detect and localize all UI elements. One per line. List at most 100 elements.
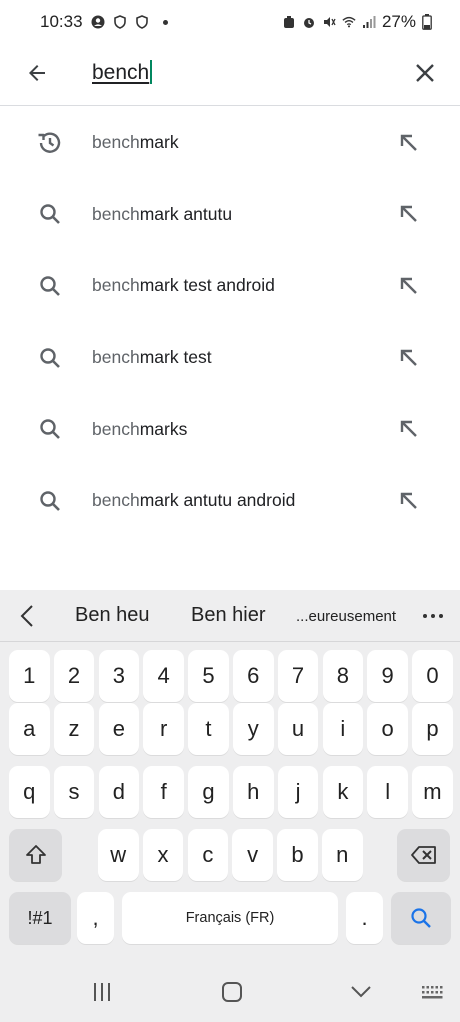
search-icon — [36, 200, 64, 228]
search-icon — [36, 272, 64, 300]
backspace-key[interactable] — [397, 829, 450, 881]
key-u[interactable]: u — [277, 703, 319, 755]
fill-query-button[interactable] — [394, 486, 424, 516]
key-q[interactable]: q — [9, 766, 50, 818]
key-d[interactable]: d — [98, 766, 140, 818]
symbols-key[interactable]: !#1 — [9, 892, 71, 944]
key-a[interactable]: a — [9, 703, 50, 755]
key-0-label: 0 — [426, 663, 439, 688]
key-e[interactable]: e — [98, 703, 140, 755]
key-5[interactable]: 5 — [188, 650, 229, 702]
suggestion-item[interactable]: benchmark test — [0, 322, 460, 394]
shield-icon — [113, 15, 126, 29]
recents-button[interactable] — [87, 980, 117, 1004]
key-m[interactable]: m — [412, 766, 453, 818]
space-key[interactable]: Français (FR) — [122, 892, 338, 944]
key-w-label: w — [110, 842, 127, 867]
key-x[interactable]: x — [142, 829, 184, 881]
key-h[interactable]: h — [233, 766, 274, 818]
key-s[interactable]: s — [53, 766, 95, 818]
key-n[interactable]: n — [322, 829, 363, 881]
key-o[interactable]: o — [367, 703, 408, 755]
prediction-2[interactable]: Ben hier — [191, 604, 266, 627]
more-options-button[interactable] — [420, 604, 446, 628]
alarm-icon — [303, 18, 314, 28]
fill-query-button[interactable] — [394, 343, 424, 373]
fill-query-button[interactable] — [394, 271, 424, 301]
suggestion-completion-part: mark — [139, 132, 179, 153]
prediction-1[interactable]: Ben heu — [75, 604, 150, 627]
period-key[interactable]: . — [346, 892, 383, 944]
key-2[interactable]: 2 — [53, 650, 95, 702]
chevron-down-icon — [351, 986, 371, 998]
key-1[interactable]: 1 — [9, 650, 50, 702]
key-6-label: 6 — [247, 663, 260, 688]
prediction-collapse-button[interactable] — [14, 602, 40, 630]
key-e-label: e — [112, 716, 125, 741]
key-6[interactable]: 6 — [233, 650, 274, 702]
prediction-3[interactable]: ...eureusement — [296, 608, 396, 625]
key-h-label: h — [247, 779, 260, 804]
shift-key[interactable] — [9, 829, 62, 881]
suggestion-item[interactable]: benchmark antutu android — [0, 465, 460, 537]
key-y[interactable]: y — [233, 703, 274, 755]
status-bar: 10:33 27% — [0, 0, 460, 44]
suggestion-item[interactable]: benchmark antutu — [0, 179, 460, 251]
key-p[interactable]: p — [412, 703, 453, 755]
key-8[interactable]: 8 — [322, 650, 364, 702]
back-button[interactable] — [20, 56, 54, 90]
battery-icon — [422, 14, 432, 30]
search-query-text: bench — [92, 61, 150, 84]
suggestion-completion-part: mark test android — [139, 275, 275, 296]
arrow-up-left-icon — [399, 133, 419, 153]
key-4[interactable]: 4 — [143, 650, 184, 702]
suggestion-typed-part: bench — [92, 275, 140, 296]
search-key[interactable] — [391, 892, 451, 944]
key-3-label: 3 — [112, 663, 125, 688]
home-button[interactable] — [217, 980, 247, 1004]
clear-search-button[interactable] — [408, 56, 442, 90]
key-r-label: r — [159, 716, 168, 741]
suggestion-text: benchmark test android — [92, 275, 275, 296]
key-t[interactable]: t — [188, 703, 229, 755]
data-saver-icon — [283, 16, 294, 28]
arrow-up-left-icon — [399, 276, 419, 296]
hide-keyboard-button[interactable] — [346, 980, 376, 1004]
key-f[interactable]: f — [143, 766, 184, 818]
fill-query-button[interactable] — [394, 199, 424, 229]
suggestion-completion-part: marks — [139, 418, 188, 439]
navigation-bar — [0, 962, 460, 1022]
fill-query-button[interactable] — [394, 414, 424, 444]
key-l[interactable]: l — [367, 766, 408, 818]
recents-icon — [94, 983, 110, 1001]
fill-query-button[interactable] — [394, 128, 424, 158]
key-k[interactable]: k — [322, 766, 364, 818]
suggestion-completion-part: mark antutu android — [139, 490, 296, 511]
key-r[interactable]: r — [143, 703, 184, 755]
search-input[interactable]: bench — [92, 58, 153, 88]
suggestion-item[interactable]: benchmark — [0, 107, 460, 179]
shield-icon — [135, 15, 148, 29]
key-j[interactable]: j — [277, 766, 319, 818]
suggestion-item[interactable]: benchmark test android — [0, 250, 460, 322]
key-9[interactable]: 9 — [367, 650, 408, 702]
suggestion-item[interactable]: benchmarks — [0, 393, 460, 465]
key-o-label: o — [381, 716, 394, 741]
key-w[interactable]: w — [98, 829, 139, 881]
key-b[interactable]: b — [277, 829, 318, 881]
home-icon — [222, 982, 242, 1002]
account-icon — [91, 15, 105, 29]
key-3[interactable]: 3 — [98, 650, 140, 702]
comma-key[interactable]: , — [77, 892, 114, 944]
key-c[interactable]: c — [187, 829, 229, 881]
key-7[interactable]: 7 — [277, 650, 319, 702]
keyboard-icon — [422, 986, 443, 999]
keyboard-switch-button[interactable] — [418, 980, 448, 1004]
key-z[interactable]: z — [53, 703, 95, 755]
key-v[interactable]: v — [232, 829, 273, 881]
key-i[interactable]: i — [322, 703, 364, 755]
symbols-key-label: !#1 — [27, 907, 53, 928]
key-0[interactable]: 0 — [412, 650, 453, 702]
key-g[interactable]: g — [188, 766, 229, 818]
notification-dot-icon — [162, 19, 168, 25]
